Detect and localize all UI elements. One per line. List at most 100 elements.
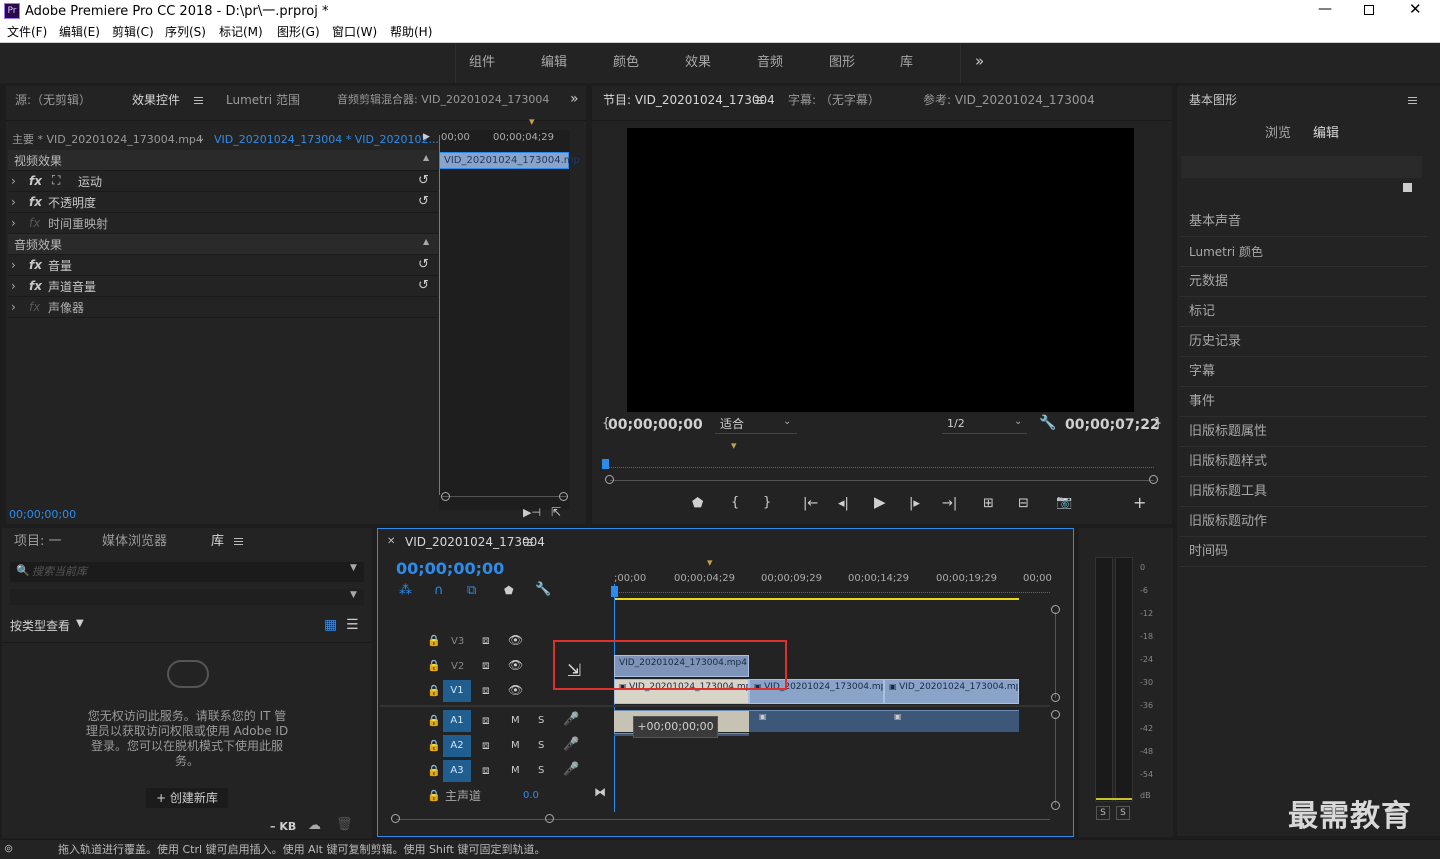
- mute-button[interactable]: M: [511, 716, 520, 726]
- playhead-marker[interactable]: [439, 135, 440, 495]
- extract-icon[interactable]: ⊟: [1018, 497, 1029, 510]
- resolution-select[interactable]: 1/2 ⌄: [942, 416, 1027, 434]
- reset-icon[interactable]: ↺: [418, 258, 429, 271]
- panel-menu-icon[interactable]: [1408, 97, 1417, 104]
- panel-item-timecode[interactable]: 时间码: [1179, 537, 1427, 567]
- lock-icon[interactable]: 🔒: [427, 790, 441, 801]
- go-to-in-icon[interactable]: |←: [803, 497, 818, 510]
- tab-source[interactable]: 源:（无剪辑）: [15, 94, 91, 106]
- fx-icon[interactable]: fx: [29, 217, 40, 229]
- playhead-timecode[interactable]: 00;00;00;00: [608, 418, 703, 432]
- tab-captions[interactable]: 字幕: （无字幕）: [788, 94, 880, 106]
- eye-icon[interactable]: 👁: [508, 659, 523, 671]
- workspace-graphics[interactable]: 图形: [829, 56, 855, 69]
- playhead-handle[interactable]: [611, 586, 618, 597]
- add-marker-icon[interactable]: ⬟: [504, 585, 514, 596]
- menu-marker[interactable]: 标记(M): [219, 26, 263, 38]
- tab-libraries[interactable]: 库: [211, 535, 224, 548]
- meter-solo-left[interactable]: S: [1096, 806, 1110, 820]
- sync-lock-icon[interactable]: ⧈: [482, 634, 490, 646]
- timeline-settings-icon[interactable]: 🔧: [535, 583, 551, 596]
- view-by-type-dropdown[interactable]: 按类型查看: [10, 620, 70, 632]
- panel-item-metadata[interactable]: 元数据: [1179, 267, 1427, 297]
- expand-icon[interactable]: ›: [11, 175, 16, 187]
- video-clip[interactable]: ▣ VID_20201024_173004.mp4: [884, 679, 1019, 704]
- mute-button[interactable]: M: [511, 766, 520, 776]
- fx-icon[interactable]: fx: [29, 196, 42, 208]
- eye-icon[interactable]: 👁: [508, 684, 523, 696]
- collapse-icon[interactable]: ▲: [423, 154, 429, 162]
- audio-clip[interactable]: ▣: [884, 710, 1019, 732]
- linked-selection-icon[interactable]: ⧉: [467, 584, 476, 597]
- filter-icon[interactable]: ▶⊣: [523, 507, 541, 518]
- expand-icon[interactable]: ›: [11, 301, 16, 313]
- mark-out-icon[interactable]: }: [763, 496, 771, 509]
- tab-lumetri-scopes[interactable]: Lumetri 范围: [226, 94, 300, 106]
- effect-row-volume[interactable]: › fx 音量 ↺: [8, 255, 438, 276]
- expand-icon[interactable]: ›: [11, 196, 16, 208]
- lock-icon[interactable]: 🔒: [427, 765, 441, 776]
- microphone-icon[interactable]: 🎤: [563, 738, 579, 751]
- panel-item-history[interactable]: 历史记录: [1179, 327, 1427, 357]
- add-button-icon[interactable]: +: [1133, 495, 1146, 511]
- program-time-ruler[interactable]: [606, 458, 1154, 468]
- solo-button[interactable]: S: [538, 741, 544, 751]
- trash-icon[interactable]: 🗑: [336, 818, 353, 831]
- tab-effect-controls[interactable]: 效果控件: [132, 94, 180, 106]
- sequence-clip-label[interactable]: VID_20201024_173004 * VID_2020102...: [214, 134, 439, 145]
- sync-lock-icon[interactable]: ⧈: [482, 764, 490, 776]
- step-back-icon[interactable]: ◂|: [838, 497, 849, 510]
- timeline-horizontal-scrollbar[interactable]: [396, 819, 1050, 820]
- tab-edit[interactable]: 编辑: [1313, 127, 1339, 140]
- effect-row-channel-volume[interactable]: › fx 声道音量 ↺: [8, 276, 438, 297]
- timeline-ruler[interactable]: [614, 587, 1050, 593]
- workspace-effects[interactable]: 效果: [685, 56, 711, 69]
- zoom-level-select[interactable]: 适合 ⌄: [715, 416, 797, 434]
- cloud-sync-icon[interactable]: ☁: [308, 819, 321, 832]
- track-target-a2[interactable]: A2: [443, 735, 471, 757]
- video-preview[interactable]: [627, 128, 1134, 412]
- tab-project[interactable]: 项目: 一: [14, 535, 62, 548]
- panel-item-lumetri-color[interactable]: Lumetri 颜色: [1179, 237, 1427, 267]
- workspace-audio[interactable]: 音频: [757, 56, 783, 69]
- panel-menu-icon[interactable]: [524, 539, 533, 546]
- effect-row-motion[interactable]: › fx ⛶ 运动 ↺: [8, 171, 438, 192]
- effect-timeline-area[interactable]: 00;00 00;00;04;29 VID_20201024_173004.mp: [439, 130, 580, 510]
- effect-row-opacity[interactable]: › fx 不透明度 ↺: [8, 192, 438, 213]
- workspace-libraries[interactable]: 库: [900, 56, 913, 69]
- lock-icon[interactable]: 🔒: [427, 685, 441, 696]
- panel-menu-icon[interactable]: [194, 97, 203, 104]
- sync-lock-icon[interactable]: ⧈: [482, 739, 490, 751]
- fx-icon[interactable]: fx: [29, 175, 42, 187]
- audio-clip[interactable]: ▣: [749, 710, 884, 732]
- panel-item-captions[interactable]: 字幕: [1179, 357, 1427, 387]
- panel-item-essential-sound[interactable]: 基本声音: [1179, 207, 1427, 237]
- maximize-icon[interactable]: [1364, 5, 1374, 15]
- workspace-assembly[interactable]: 组件: [469, 56, 495, 69]
- lock-icon[interactable]: 🔒: [427, 660, 441, 671]
- expand-icon[interactable]: ›: [11, 217, 16, 229]
- panel-item-legacy-title-actions[interactable]: 旧版标题动作: [1179, 507, 1427, 537]
- menu-graphics[interactable]: 图形(G): [277, 26, 320, 38]
- timeline-timecode[interactable]: 00;00;00;00: [396, 561, 504, 577]
- menu-sequence[interactable]: 序列(S): [165, 26, 206, 38]
- go-to-out-icon[interactable]: →|: [942, 497, 957, 510]
- library-select[interactable]: ▼: [10, 589, 364, 605]
- expand-icon[interactable]: ›: [11, 280, 16, 292]
- effect-controls-timecode[interactable]: 00;00;00;00: [9, 509, 76, 520]
- list-view-icon[interactable]: ☰: [346, 618, 359, 632]
- tab-browse[interactable]: 浏览: [1265, 127, 1291, 140]
- menu-edit[interactable]: 编辑(E): [59, 26, 100, 38]
- close-tab-icon[interactable]: ✕: [387, 537, 395, 547]
- scroll-handle-right[interactable]: [1149, 475, 1158, 484]
- track-target-v1[interactable]: V1: [443, 680, 471, 702]
- panel-item-legacy-title-properties[interactable]: 旧版标题属性: [1179, 417, 1427, 447]
- minimize-icon[interactable]: —: [1318, 2, 1332, 16]
- step-forward-icon[interactable]: |▸: [909, 497, 920, 510]
- tab-reference[interactable]: 参考: VID_20201024_173004: [923, 94, 1095, 106]
- workspace-editing[interactable]: 编辑: [541, 56, 567, 69]
- workspace-color[interactable]: 颜色: [613, 56, 639, 69]
- new-layer-icon[interactable]: [1403, 183, 1412, 192]
- close-icon[interactable]: ✕: [1409, 2, 1422, 17]
- work-area-bar[interactable]: [614, 598, 1019, 600]
